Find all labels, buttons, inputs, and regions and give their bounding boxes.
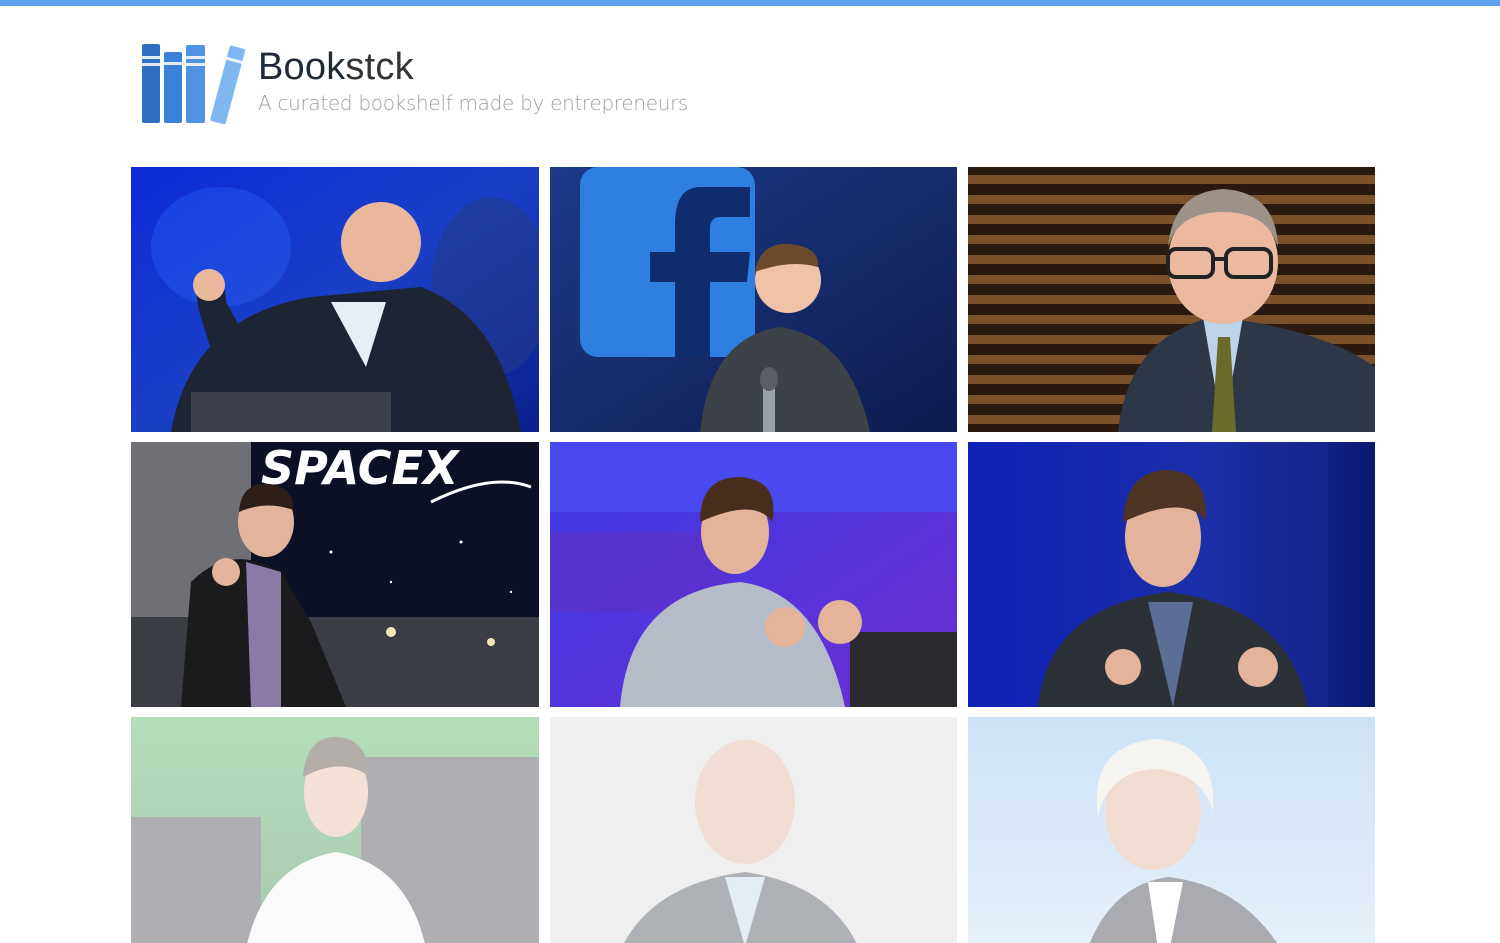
entrepreneur-photo bbox=[550, 442, 957, 707]
entrepreneur-photo bbox=[550, 167, 957, 432]
brand-tagline: A curated bookshelf made by entrepreneur… bbox=[258, 91, 689, 115]
entrepreneur-card[interactable] bbox=[550, 167, 957, 432]
entrepreneur-photo bbox=[968, 717, 1375, 943]
entrepreneur-card[interactable] bbox=[131, 167, 539, 432]
spacex-sign-text: SPACEX bbox=[261, 442, 461, 495]
bookshelf-icon[interactable] bbox=[140, 42, 250, 124]
brand-title[interactable]: Bookstck bbox=[258, 45, 688, 89]
entrepreneur-photo bbox=[550, 717, 957, 943]
entrepreneur-card[interactable] bbox=[550, 717, 957, 943]
entrepreneur-photo bbox=[131, 717, 539, 943]
entrepreneur-card[interactable]: SPACEX bbox=[131, 442, 539, 707]
top-accent-bar bbox=[0, 0, 1500, 6]
entrepreneur-card[interactable] bbox=[968, 167, 1375, 432]
site-header: Bookstck A curated bookshelf made by ent… bbox=[140, 42, 688, 124]
brand-title-rest: stck bbox=[345, 46, 414, 88]
entrepreneur-card[interactable] bbox=[968, 717, 1375, 943]
entrepreneur-photo bbox=[968, 167, 1375, 432]
entrepreneur-photo bbox=[131, 167, 539, 432]
brand-title-bold: Book bbox=[258, 46, 346, 88]
entrepreneur-grid: SPACEX bbox=[131, 167, 1376, 943]
entrepreneur-card[interactable] bbox=[968, 442, 1375, 707]
entrepreneur-card[interactable] bbox=[131, 717, 539, 943]
entrepreneur-card[interactable] bbox=[550, 442, 957, 707]
entrepreneur-photo bbox=[968, 442, 1375, 707]
entrepreneur-photo: SPACEX bbox=[131, 442, 539, 707]
